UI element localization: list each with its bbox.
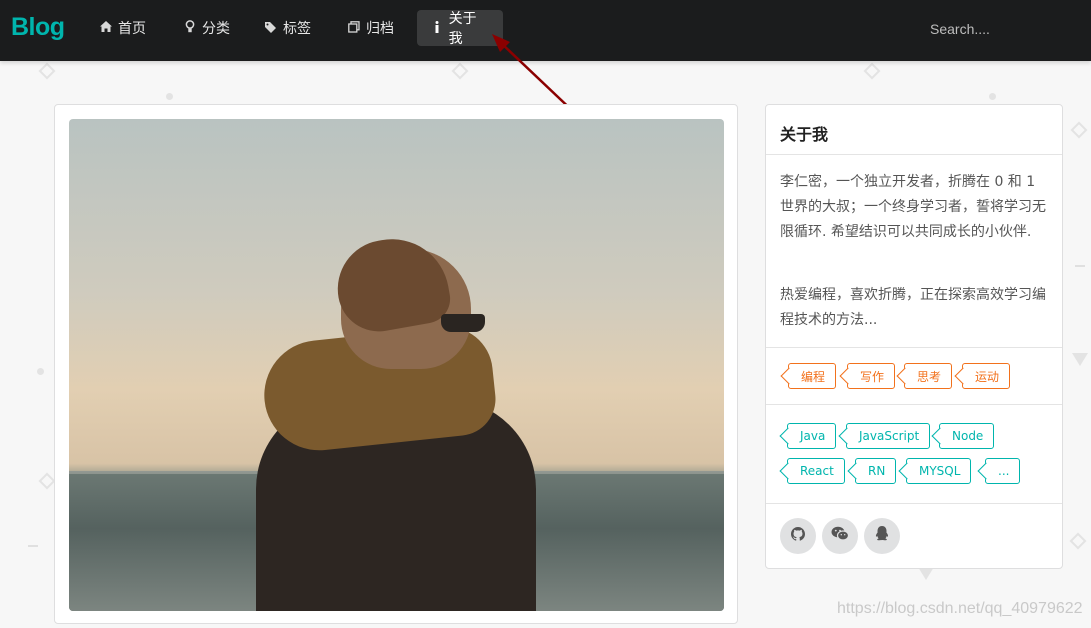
tag-label: Java — [800, 429, 826, 443]
tags-icon — [265, 21, 277, 36]
interest-tag[interactable]: 编程 — [788, 363, 837, 389]
nav-item-category[interactable]: 分类 — [170, 10, 244, 46]
about-card-title: 关于我 — [780, 125, 829, 144]
github-button[interactable] — [780, 518, 816, 554]
tag-label: 运动 — [975, 369, 1000, 384]
brand-logo[interactable]: Blog — [11, 13, 65, 42]
divider — [766, 347, 1062, 348]
photo-person-sunglasses — [441, 314, 485, 332]
background-diamond-shape — [863, 62, 881, 80]
nav-item-label: 标签 — [283, 21, 311, 37]
tag-label: 编程 — [801, 369, 826, 384]
tech-tag[interactable]: RN — [855, 458, 897, 484]
qq-button[interactable] — [864, 518, 900, 554]
nav-item-archive[interactable]: 归档 — [334, 10, 408, 46]
divider — [766, 503, 1062, 504]
interest-tag[interactable]: 思考 — [904, 363, 953, 389]
nav-item-label: 归档 — [366, 21, 394, 37]
tag-label: Node — [952, 429, 984, 443]
nav-item-home[interactable]: 首页 — [86, 10, 160, 46]
about-paragraph-2: 热爱编程，喜欢折腾，正在探索高效学习编程技术的方法... — [780, 287, 1046, 328]
wechat-icon — [831, 526, 850, 546]
search-input[interactable] — [920, 16, 1060, 42]
tag-label: React — [800, 464, 834, 478]
background-dash-shape — [1075, 265, 1085, 267]
divider — [766, 404, 1062, 405]
tech-tag[interactable]: ... — [985, 458, 1021, 484]
clone-icon — [348, 20, 360, 36]
tech-tag[interactable]: React — [787, 458, 845, 484]
about-me-card: 关于我 李仁密，一个独立开发者，折腾在 0 和 1 世界的大叔；一个终身学习者，… — [765, 104, 1063, 569]
interest-tag[interactable]: 写作 — [847, 363, 896, 389]
background-dot-shape — [166, 93, 173, 100]
tech-tag[interactable]: JavaScript — [846, 423, 931, 449]
divider — [766, 154, 1062, 155]
featured-photo — [69, 119, 724, 611]
watermark-text: https://blog.csdn.net/qq_40979622 — [837, 600, 1083, 617]
nav-item-label: 首页 — [118, 21, 146, 37]
about-paragraph-1: 李仁密，一个独立开发者，折腾在 0 和 1 世界的大叔；一个终身学习者，誓将学习… — [780, 174, 1046, 240]
background-diamond-shape — [1069, 532, 1087, 550]
tech-tag[interactable]: Java — [787, 423, 837, 449]
background-dash-shape — [28, 545, 38, 547]
home-icon — [100, 21, 112, 35]
info-icon — [431, 20, 443, 36]
tech-tag[interactable]: MYSQL — [906, 458, 972, 484]
nav-item-label: 分类 — [202, 21, 230, 37]
background-triangle-shape — [1072, 353, 1088, 366]
featured-image-card — [54, 104, 738, 624]
background-dot-shape — [989, 93, 996, 100]
background-diamond-shape — [451, 62, 469, 80]
qq-icon — [875, 525, 889, 547]
github-icon — [791, 526, 805, 546]
tag-label: RN — [868, 464, 886, 478]
background-diamond-shape — [1070, 121, 1088, 139]
idea-icon — [184, 20, 196, 36]
background-diamond-shape — [38, 62, 56, 80]
wechat-button[interactable] — [822, 518, 858, 554]
tag-label: MYSQL — [919, 464, 961, 478]
nav-item-tags[interactable]: 标签 — [251, 10, 325, 46]
background-dot-shape — [37, 368, 44, 375]
tag-label: 写作 — [860, 369, 885, 384]
tag-label: JavaScript — [859, 429, 920, 443]
background-diamond-shape — [38, 472, 56, 490]
nav-item-label: 关于我 — [448, 11, 477, 47]
tag-label: 思考 — [917, 369, 942, 384]
tech-tag[interactable]: Node — [939, 423, 995, 449]
tag-label: ... — [998, 464, 1010, 478]
interest-tag[interactable]: 运动 — [962, 363, 1011, 389]
